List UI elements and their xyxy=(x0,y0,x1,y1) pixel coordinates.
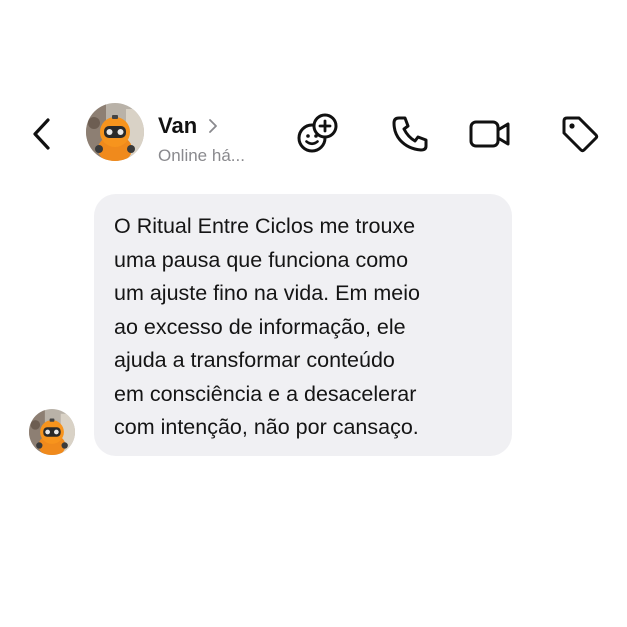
tag-icon xyxy=(562,116,599,153)
robot-avatar-image xyxy=(29,409,75,455)
contact-status: Online há... xyxy=(158,146,245,165)
stickers-button[interactable] xyxy=(294,110,342,158)
back-button[interactable] xyxy=(26,112,58,156)
video-camera-icon xyxy=(469,120,510,148)
message-line: uma pausa que funciona como xyxy=(114,247,409,272)
chat-header: Van Online há... xyxy=(0,98,627,170)
message-line: um ajuste fino na vida. Em meio xyxy=(114,281,420,305)
robot-avatar-image xyxy=(86,103,144,161)
message-line: O Ritual Entre Ciclos me trouxe xyxy=(114,214,416,238)
phone-icon xyxy=(392,116,428,152)
message-bubble[interactable]: O Ritual Entre Ciclos me trouxe uma paus… xyxy=(94,194,512,456)
chevron-left-icon xyxy=(33,118,50,150)
stickers-icon xyxy=(297,113,338,153)
chevron-right-icon xyxy=(209,119,218,133)
contact-name-link[interactable]: Van xyxy=(158,113,219,139)
message-line: ao excesso de informação, ele xyxy=(114,314,406,339)
message-line: ajuda a transformar conteúdo xyxy=(114,348,395,372)
contact-name: Van xyxy=(158,113,198,138)
sender-avatar[interactable] xyxy=(29,409,75,455)
contact-avatar[interactable] xyxy=(86,103,144,161)
video-call-button[interactable] xyxy=(466,110,514,158)
message-line: em consciência e a desacelerar xyxy=(114,381,417,406)
call-button[interactable] xyxy=(386,110,434,158)
tag-button[interactable] xyxy=(556,110,604,158)
message-line: com intenção, não por cansaço. xyxy=(114,415,419,439)
